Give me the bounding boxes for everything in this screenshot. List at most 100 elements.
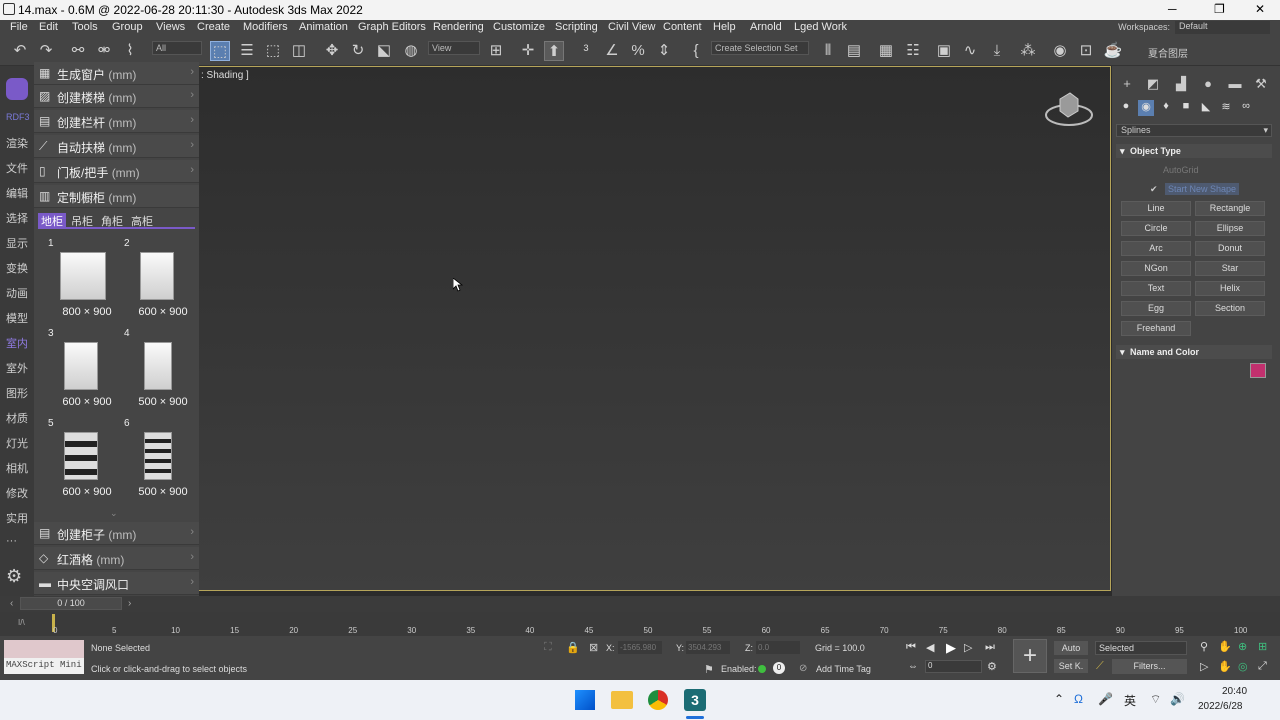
pan-icon[interactable]: ✋ (1218, 660, 1232, 673)
category-model[interactable]: 模型 (6, 310, 28, 326)
undo-icon[interactable]: ↶ (10, 41, 30, 61)
clock-date[interactable]: 2022/6/28 (1198, 701, 1243, 712)
ngon-button[interactable]: NGon (1121, 261, 1191, 276)
redo-icon[interactable]: ↷ (36, 41, 56, 61)
cabinet-card[interactable]: 3 600 × 900 (46, 328, 118, 412)
maximize-viewport-icon[interactable]: ⤢ (1258, 660, 1267, 673)
go-to-end-icon[interactable]: ⏭ (985, 641, 995, 654)
row-create-stairs[interactable]: ▨ 创建楼梯 (mm) › (34, 85, 199, 108)
menu-help[interactable]: Help (713, 21, 736, 33)
time-configuration-icon[interactable]: ⚙ (987, 660, 997, 673)
dope-sheet-icon[interactable]: ⤓ (987, 41, 1007, 61)
file-explorer-icon[interactable] (611, 691, 633, 709)
named-selection-dropdown[interactable]: Create Selection Set (711, 41, 809, 55)
row-create-railing[interactable]: ▤ 创建栏杆 (mm) › (34, 110, 199, 133)
fov-icon[interactable]: ▷ (1200, 660, 1208, 673)
menu-scripting[interactable]: Scripting (555, 21, 598, 33)
window-crossing-icon[interactable]: ◫ (289, 41, 309, 61)
systems-icon[interactable]: ∞ (1238, 100, 1254, 116)
cabinet-card[interactable]: 6 500 × 900 (122, 418, 194, 502)
category-more[interactable]: ··· (6, 535, 17, 547)
viewcube-icon[interactable] (1044, 89, 1094, 129)
star-button[interactable]: Star (1195, 261, 1265, 276)
curve-editor-icon[interactable]: ∿ (960, 41, 980, 61)
circle-button[interactable]: Circle (1121, 221, 1191, 236)
render-setup-icon[interactable]: ⊡ (1076, 41, 1096, 61)
shapes-icon[interactable]: ◉ (1138, 100, 1154, 116)
3dsmax-taskbar-icon[interactable]: 3 (684, 689, 706, 711)
tray-app-icon[interactable]: Ω (1074, 692, 1083, 706)
y-coordinate-field[interactable]: 3504.293 (686, 641, 730, 654)
ime-indicator[interactable]: 英 (1124, 692, 1136, 709)
line-button[interactable]: Line (1121, 201, 1191, 216)
spinner-snap-icon[interactable]: ⇕ (654, 41, 674, 61)
geometry-icon[interactable]: ● (1118, 100, 1134, 116)
scene-explorer-icon[interactable]: ▦ (876, 41, 896, 61)
category-edit[interactable]: 编辑 (6, 185, 28, 201)
keyboard-shortcut-icon[interactable]: ⬆ (544, 41, 564, 61)
menu-rendering[interactable]: Rendering (433, 21, 484, 33)
snaps-toggle-icon[interactable]: ³ (576, 41, 596, 61)
next-frame-icon[interactable]: ▷ (964, 641, 972, 654)
close-button[interactable]: ✕ (1255, 2, 1265, 16)
menu-animation[interactable]: Animation (299, 21, 348, 33)
checkmark-icon[interactable]: ✔ (1150, 184, 1158, 195)
absolute-mode-icon[interactable]: ⊠ (589, 641, 598, 654)
wifi-icon[interactable]: ⌔ (1150, 692, 1161, 707)
category-camera[interactable]: 相机 (6, 460, 28, 476)
select-manipulate-icon[interactable]: ✛ (518, 41, 538, 61)
microphone-icon[interactable]: 🎤 (1098, 692, 1113, 706)
set-key-button[interactable]: Set K. (1054, 659, 1088, 673)
minimize-button[interactable]: ─ (1168, 2, 1177, 16)
text-button[interactable]: Text (1121, 281, 1191, 296)
create-tab-icon[interactable]: + (1118, 76, 1136, 94)
hierarchy-tab-icon[interactable]: ▟ (1172, 76, 1190, 94)
align-icon[interactable]: ▤ (844, 41, 864, 61)
category-transform[interactable]: 变换 (6, 260, 28, 276)
helix-button[interactable]: Helix (1195, 281, 1265, 296)
maxscript-listener-pink[interactable] (4, 640, 84, 658)
reference-coord-dropdown[interactable]: View (428, 41, 480, 55)
object-type-rollout[interactable]: ▾ Object Type (1116, 144, 1272, 158)
donut-button[interactable]: Donut (1195, 241, 1265, 256)
row-generate-window[interactable]: ▦ 生成窗户 (mm) › (34, 62, 199, 85)
placement-icon[interactable]: ◍ (401, 41, 421, 61)
play-icon[interactable]: ▶ (946, 640, 956, 656)
add-time-tag[interactable]: Add Time Tag (816, 664, 871, 674)
angle-snap-icon[interactable]: ∠ (602, 41, 622, 61)
material-editor-icon[interactable]: ◉ (1050, 41, 1070, 61)
category-shape[interactable]: 图形 (6, 385, 28, 401)
menu-civil-view[interactable]: Civil View (608, 21, 655, 33)
clock-time[interactable]: 20:40 (1222, 686, 1247, 697)
lights-icon[interactable]: ♦ (1158, 100, 1174, 116)
helpers-icon[interactable]: ◣ (1198, 100, 1214, 116)
scale-icon[interactable]: ⬕ (374, 41, 394, 61)
mirror-icon[interactable]: ⫴ (818, 41, 838, 61)
render-icon[interactable]: ☕ (1103, 41, 1123, 61)
category-animation[interactable]: 动画 (6, 285, 28, 301)
time-slider-thumb[interactable]: 0 / 100 (20, 597, 122, 610)
category-dropdown[interactable]: Splines ▾ (1116, 124, 1272, 137)
edit-named-selection-icon[interactable]: { (686, 41, 706, 61)
adaptive-degradation-icon[interactable]: ⚑ (704, 663, 714, 676)
zoom-all-icon[interactable]: ✋ (1218, 640, 1232, 653)
tab-corner-cabinet[interactable]: 角柜 (98, 213, 126, 228)
select-by-name-icon[interactable]: ☰ (237, 41, 257, 61)
key-mode-icon[interactable]: ⟋ (1096, 660, 1104, 673)
row-create-cabinet[interactable]: ▤ 创建柜子 (mm) › (34, 522, 199, 545)
category-utility[interactable]: 实用 (6, 510, 28, 526)
scroll-down-icon[interactable]: ⌄ (110, 508, 118, 519)
menu-content[interactable]: Content (663, 21, 702, 33)
menu-modifiers[interactable]: Modifiers (243, 21, 288, 33)
modify-tab-icon[interactable]: ◩ (1144, 76, 1162, 94)
egg-button[interactable]: Egg (1121, 301, 1191, 316)
track-bar[interactable]: I/\ 0 5 10 15 20 25 30 35 40 45 50 55 60 65 70 75 80 85 90… (0, 612, 1280, 636)
windows-start-icon[interactable] (575, 690, 595, 710)
schematic-view-icon[interactable]: ⁂ (1018, 41, 1038, 61)
move-icon[interactable]: ✥ (322, 41, 342, 61)
freehand-button[interactable]: Freehand (1121, 321, 1191, 336)
menu-customize[interactable]: Customize (493, 21, 545, 33)
settings-gear-icon[interactable]: ⚙ (6, 566, 22, 587)
viewport-label[interactable]: : Shading ] (201, 70, 249, 81)
previous-frame-icon[interactable]: ◀︎ (926, 641, 934, 654)
